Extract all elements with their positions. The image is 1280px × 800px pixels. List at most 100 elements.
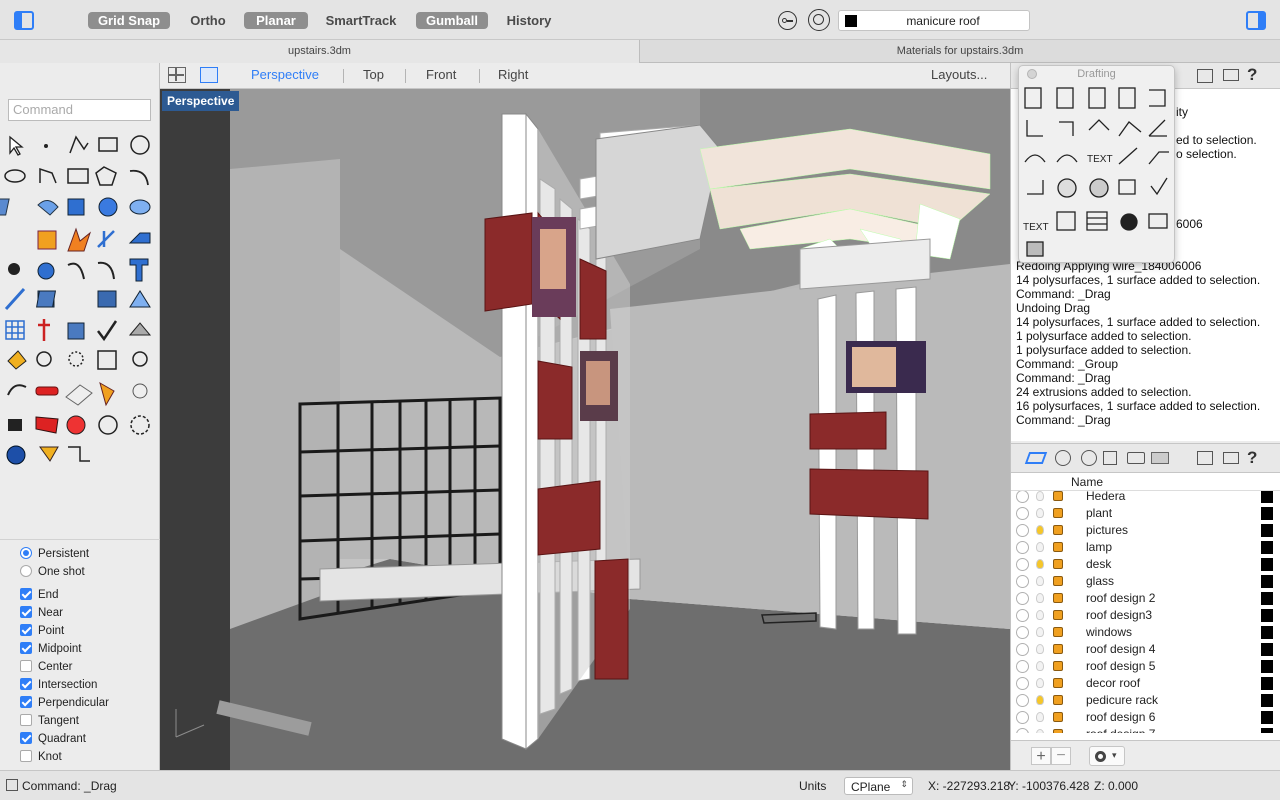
environment-tab-icon[interactable] [1151, 452, 1169, 464]
help-tab-icon[interactable]: ? [1247, 448, 1257, 468]
planar-button[interactable]: Planar [244, 12, 308, 29]
light-bulb-off-icon[interactable] [1036, 576, 1044, 586]
light-bulb-on-icon[interactable] [1036, 559, 1044, 569]
layer-color-swatch[interactable] [1261, 643, 1273, 656]
tab-top[interactable]: Top [363, 67, 384, 82]
layer-row[interactable]: plant [1011, 505, 1280, 522]
osnap-end-checkbox[interactable]: End [20, 587, 58, 603]
layer-row[interactable]: pedicure rack [1011, 692, 1280, 709]
layer-color-swatch[interactable] [1261, 660, 1273, 673]
cplane-select[interactable]: CPlane ⇕ [844, 777, 913, 795]
single-view-icon[interactable] [200, 67, 218, 83]
tab-right[interactable]: Right [498, 67, 528, 82]
layer-color-swatch[interactable] [1261, 626, 1273, 639]
lock-icon[interactable] [1053, 729, 1063, 733]
layer-color-swatch[interactable] [1261, 491, 1273, 503]
light-bulb-off-icon[interactable] [1036, 627, 1044, 637]
layer-current-radio[interactable] [1016, 524, 1029, 537]
lock-icon[interactable] [1053, 661, 1063, 671]
light-bulb-on-icon[interactable] [1036, 525, 1044, 535]
tool-palette[interactable] [0, 129, 160, 469]
light-bulb-off-icon[interactable] [1036, 491, 1044, 501]
lock-icon[interactable] [1053, 559, 1063, 569]
layer-row[interactable]: roof design 5 [1011, 658, 1280, 675]
remove-layer-button[interactable]: − [1051, 747, 1071, 765]
light-bulb-off-icon[interactable] [1036, 542, 1044, 552]
four-view-icon[interactable] [168, 67, 186, 83]
sidebar-toggle-right-icon[interactable] [1246, 11, 1266, 30]
osnap-center-checkbox[interactable]: Center [20, 659, 73, 675]
materials-tab-icon[interactable] [1081, 450, 1097, 466]
layer-current-radio[interactable] [1016, 711, 1029, 724]
lock-icon[interactable] [1053, 542, 1063, 552]
light-bulb-off-icon[interactable] [1036, 508, 1044, 518]
layer-current-radio[interactable] [1016, 491, 1029, 503]
layer-color-swatch[interactable] [1261, 609, 1273, 622]
layer-row[interactable]: roof design 2 [1011, 590, 1280, 607]
lock-icon[interactable] [1053, 593, 1063, 603]
tab-front[interactable]: Front [426, 67, 456, 82]
help-tab-icon[interactable]: ? [1247, 65, 1257, 85]
sidebar-toggle-left-icon[interactable] [14, 11, 34, 30]
layer-current-radio[interactable] [1016, 507, 1029, 520]
layer-color-swatch[interactable] [1261, 558, 1273, 571]
camera-tab-icon[interactable] [1127, 452, 1145, 464]
drafting-tools[interactable]: TEXT TEXT [1019, 82, 1174, 262]
light-bulb-off-icon[interactable] [1036, 678, 1044, 688]
smarttrack-button[interactable]: SmartTrack [320, 12, 402, 29]
layer-current-radio[interactable] [1016, 728, 1029, 733]
osnap-one-shot-radio[interactable]: One shot [20, 564, 85, 580]
lock-icon[interactable] [1053, 491, 1063, 501]
light-bulb-off-icon[interactable] [1036, 661, 1044, 671]
layer-current-radio[interactable] [1016, 694, 1029, 707]
osnap-midpoint-checkbox[interactable]: Midpoint [20, 641, 81, 657]
layer-row[interactable]: windows [1011, 624, 1280, 641]
perspective-viewport[interactable]: Perspective [160, 89, 1010, 770]
layer-color-swatch[interactable] [1261, 694, 1273, 707]
light-bulb-off-icon[interactable] [1036, 644, 1044, 654]
layer-row[interactable]: Hedera [1011, 491, 1280, 505]
layer-current-radio[interactable] [1016, 609, 1029, 622]
layers-tab-icon[interactable] [1024, 452, 1048, 464]
layer-color-swatch[interactable] [1261, 524, 1273, 537]
display-tab-icon[interactable] [1223, 69, 1239, 81]
history-button[interactable]: History [500, 12, 558, 29]
display-tab-icon[interactable] [1223, 452, 1239, 464]
layer-row[interactable]: desk [1011, 556, 1280, 573]
tab-perspective[interactable]: Perspective [251, 67, 319, 82]
layer-color-swatch[interactable] [1261, 592, 1273, 605]
lock-icon[interactable] [1053, 644, 1063, 654]
layer-current-radio[interactable] [1016, 558, 1029, 571]
layer-current-radio[interactable] [1016, 660, 1029, 673]
osnap-point-checkbox[interactable]: Point [20, 623, 64, 639]
layout-tab-icon[interactable] [1197, 451, 1213, 465]
lock-icon[interactable] [1053, 627, 1063, 637]
layouts-button[interactable]: Layouts... [931, 67, 987, 82]
layer-color-swatch[interactable] [1261, 575, 1273, 588]
target-icon[interactable] [808, 9, 830, 31]
layer-current-radio[interactable] [1016, 592, 1029, 605]
ortho-button[interactable]: Ortho [184, 12, 232, 29]
light-bulb-off-icon[interactable] [1036, 593, 1044, 603]
layer-color-swatch[interactable] [1261, 541, 1273, 554]
gumball-button[interactable]: Gumball [416, 12, 488, 29]
osnap-intersection-checkbox[interactable]: Intersection [20, 677, 97, 693]
layer-row[interactable]: roof design3 [1011, 607, 1280, 624]
layer-current-radio[interactable] [1016, 626, 1029, 639]
viewport-label[interactable]: Perspective [162, 91, 240, 111]
layer-row[interactable]: lamp [1011, 539, 1280, 556]
layer-current-radio[interactable] [1016, 541, 1029, 554]
key-icon[interactable] [778, 11, 797, 30]
layer-color-swatch[interactable] [1261, 677, 1273, 690]
layer-color-swatch[interactable] [1261, 711, 1273, 724]
layer-row[interactable]: glass [1011, 573, 1280, 590]
layer-row[interactable]: roof design 4 [1011, 641, 1280, 658]
lock-icon[interactable] [1053, 712, 1063, 722]
lock-icon[interactable] [1053, 508, 1063, 518]
status-panel-icon[interactable] [6, 779, 18, 791]
layer-current-radio[interactable] [1016, 643, 1029, 656]
light-bulb-off-icon[interactable] [1036, 610, 1044, 620]
add-layer-button[interactable]: + [1031, 747, 1051, 765]
properties-tab-icon[interactable] [1055, 450, 1071, 466]
layer-row[interactable]: pictures [1011, 522, 1280, 539]
